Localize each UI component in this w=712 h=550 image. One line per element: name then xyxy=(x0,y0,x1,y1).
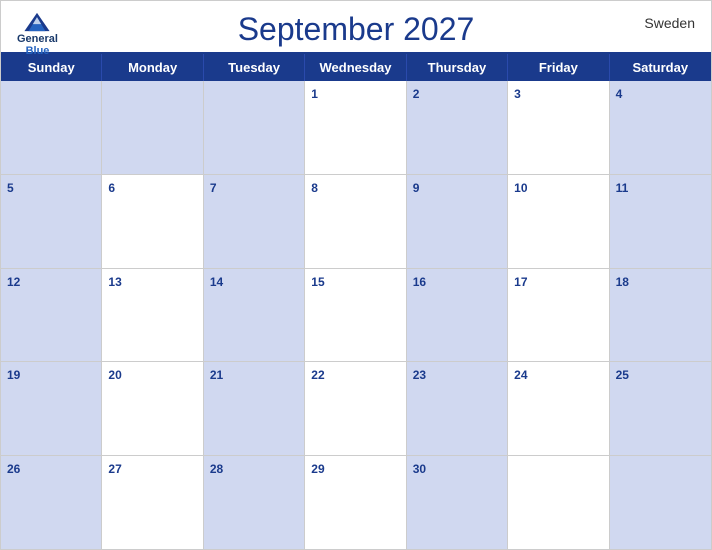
day-cell: 0 xyxy=(1,81,102,174)
day-header-sunday: Sunday xyxy=(1,54,102,81)
week-row-2: 5 6 7 8 9 10 11 xyxy=(1,175,711,269)
country-label: Sweden xyxy=(644,15,695,31)
day-cell: 3 xyxy=(508,81,609,174)
day-cell: 10 xyxy=(508,175,609,268)
week-row-1: 0001234 xyxy=(1,81,711,175)
day-cell: 26 xyxy=(1,456,102,549)
day-cell: 1 xyxy=(305,81,406,174)
day-cell: 4 xyxy=(610,81,711,174)
day-number: 18 xyxy=(616,275,629,289)
day-number: 19 xyxy=(7,368,20,382)
day-number: 3 xyxy=(514,87,521,101)
day-cell: 16 xyxy=(407,269,508,362)
day-cell: 9 xyxy=(407,175,508,268)
day-cell: 17 xyxy=(508,269,609,362)
day-cell: 0 xyxy=(102,81,203,174)
day-number: 9 xyxy=(413,181,420,195)
week-row-4: 19 20 21 22 23 24 25 xyxy=(1,362,711,456)
logo-icon xyxy=(23,11,51,33)
day-cell: 13 xyxy=(102,269,203,362)
day-header-thursday: Thursday xyxy=(407,54,508,81)
day-number: 20 xyxy=(108,368,121,382)
day-number: 7 xyxy=(210,181,217,195)
day-cell: 28 xyxy=(204,456,305,549)
day-cell: 14 xyxy=(204,269,305,362)
day-number: 23 xyxy=(413,368,426,382)
day-header-monday: Monday xyxy=(102,54,203,81)
day-cell: 0 xyxy=(610,456,711,549)
day-cell: 12 xyxy=(1,269,102,362)
day-number: 13 xyxy=(108,275,121,289)
day-header-tuesday: Tuesday xyxy=(204,54,305,81)
day-cell: 24 xyxy=(508,362,609,455)
day-number: 17 xyxy=(514,275,527,289)
day-cell: 0 xyxy=(204,81,305,174)
month-title: September 2027 xyxy=(238,11,475,48)
day-cell: 21 xyxy=(204,362,305,455)
day-cell: 25 xyxy=(610,362,711,455)
day-cell: 0 xyxy=(508,456,609,549)
day-number: 4 xyxy=(616,87,623,101)
day-headers: SundayMondayTuesdayWednesdayThursdayFrid… xyxy=(1,54,711,81)
day-number: 8 xyxy=(311,181,318,195)
day-number: 10 xyxy=(514,181,527,195)
day-number: 6 xyxy=(108,181,115,195)
day-number: 12 xyxy=(7,275,20,289)
day-cell: 2 xyxy=(407,81,508,174)
day-cell: 18 xyxy=(610,269,711,362)
day-header-wednesday: Wednesday xyxy=(305,54,406,81)
day-header-friday: Friday xyxy=(508,54,609,81)
day-number: 26 xyxy=(7,462,20,476)
week-row-5: 26 27 28 29 30 00 xyxy=(1,456,711,549)
day-cell: 7 xyxy=(204,175,305,268)
day-number: 15 xyxy=(311,275,324,289)
week-row-3: 12 13 14 15 16 17 18 xyxy=(1,269,711,363)
day-cell: 22 xyxy=(305,362,406,455)
day-number: 25 xyxy=(616,368,629,382)
calendar: General Blue September 2027 Sweden Sunda… xyxy=(0,0,712,550)
day-number: 27 xyxy=(108,462,121,476)
day-number: 24 xyxy=(514,368,527,382)
day-cell: 15 xyxy=(305,269,406,362)
day-number: 28 xyxy=(210,462,223,476)
day-cell: 6 xyxy=(102,175,203,268)
day-cell: 20 xyxy=(102,362,203,455)
weeks-container: 0001234567891011121314151617181920212223… xyxy=(1,81,711,549)
day-cell: 5 xyxy=(1,175,102,268)
day-cell: 23 xyxy=(407,362,508,455)
day-cell: 29 xyxy=(305,456,406,549)
calendar-grid: SundayMondayTuesdayWednesdayThursdayFrid… xyxy=(1,52,711,549)
day-cell: 8 xyxy=(305,175,406,268)
day-cell: 11 xyxy=(610,175,711,268)
logo-blue: Blue xyxy=(26,45,50,57)
day-number: 2 xyxy=(413,87,420,101)
day-number: 29 xyxy=(311,462,324,476)
logo: General Blue xyxy=(17,11,58,57)
day-number: 21 xyxy=(210,368,223,382)
day-header-saturday: Saturday xyxy=(610,54,711,81)
day-number: 30 xyxy=(413,462,426,476)
day-number: 5 xyxy=(7,181,14,195)
day-cell: 19 xyxy=(1,362,102,455)
day-cell: 30 xyxy=(407,456,508,549)
calendar-header: General Blue September 2027 Sweden xyxy=(1,1,711,52)
day-number: 16 xyxy=(413,275,426,289)
day-number: 22 xyxy=(311,368,324,382)
day-cell: 27 xyxy=(102,456,203,549)
day-number: 1 xyxy=(311,87,318,101)
logo-general: General xyxy=(17,33,58,45)
day-number: 14 xyxy=(210,275,223,289)
day-number: 11 xyxy=(616,181,629,195)
